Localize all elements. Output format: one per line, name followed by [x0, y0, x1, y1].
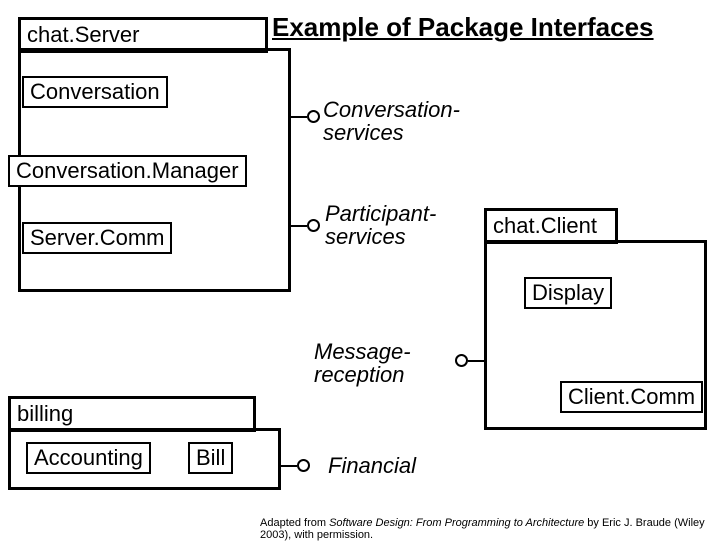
lollipop-circle-participant-services	[307, 219, 320, 232]
lollipop-stem-financial	[281, 465, 297, 467]
class-server-comm: Server.Comm	[22, 222, 172, 254]
class-conversation: Conversation	[22, 76, 168, 108]
credit-line: Adapted from Software Design: From Progr…	[260, 517, 720, 541]
class-display: Display	[524, 277, 612, 309]
class-accounting: Accounting	[26, 442, 151, 474]
credit-ital: Software Design: From Programming to Arc…	[329, 517, 584, 529]
page-title: Example of Package Interfaces	[272, 12, 654, 43]
lollipop-circle-financial	[297, 459, 310, 472]
iface-message-reception: Message- reception	[314, 340, 411, 386]
pkg-tab-billing: billing	[8, 396, 256, 432]
lollipop-stem-participant-services	[291, 225, 307, 227]
lollipop-circle-message-reception	[455, 354, 468, 367]
pkg-tab-chat-client: chat.Client	[484, 208, 618, 244]
iface-financial: Financial	[328, 454, 416, 477]
class-conversation-manager: Conversation.Manager	[8, 155, 247, 187]
class-client-comm: Client.Comm	[560, 381, 703, 413]
lollipop-circle-conversation-services	[307, 110, 320, 123]
lollipop-stem-message-reception	[468, 360, 484, 362]
iface-participant-services: Participant- services	[325, 202, 436, 248]
lollipop-stem-conversation-services	[291, 116, 307, 118]
class-bill: Bill	[188, 442, 233, 474]
credit-pre: Adapted from	[260, 517, 329, 529]
iface-conversation-services: Conversation- services	[323, 98, 460, 144]
